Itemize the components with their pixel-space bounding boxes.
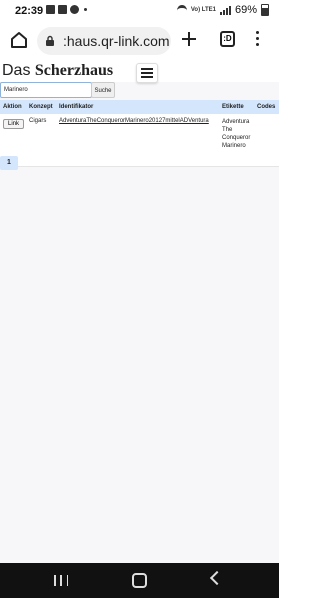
etikette-line: Marinero [222,143,246,149]
link-button[interactable]: Link [3,119,25,129]
status-right: Vo) LTE1 69% [176,4,269,16]
image-icon [58,5,67,14]
wifi-icon [176,4,187,16]
back-icon[interactable] [209,570,225,586]
etikette-line: The [222,127,233,133]
search-input[interactable] [0,82,92,98]
gallery-icon [46,5,55,14]
etikette-line: Conqueror [222,135,251,141]
search-button[interactable]: Suche [91,82,115,98]
header-etikette: Etikette [219,100,254,114]
site-brand[interactable]: Das Scherzhaus [2,62,113,80]
system-nav-bar [0,563,279,598]
whatsapp-icon [70,5,79,14]
new-tab-icon[interactable] [181,31,197,47]
recent-apps-icon[interactable] [54,575,68,586]
table-header-row: Aktion Konzept Identifikator Etikette Co… [0,100,279,114]
hamburger-menu-icon[interactable] [136,63,158,83]
cell-identifikator: AdventuraTheConquerorMarinero20127mittel… [56,114,219,167]
results-table: Aktion Konzept Identifikator Etikette Co… [0,100,279,167]
cell-codes [254,114,279,167]
pagination-page-1[interactable]: 1 [0,156,18,170]
notification-icons [46,5,87,14]
web-page: Das Scherzhaus Suche Aktion Konzept Iden… [0,60,279,563]
status-bar: 22:39 Vo) LTE1 69% [0,0,279,22]
signal-icon [219,5,231,15]
cell-etikette: Adventura The Conqueror Marinero [219,114,254,167]
site-navbar: Das Scherzhaus [0,60,279,83]
tab-switcher-button[interactable]: :D [220,31,235,47]
dot-icon [84,8,87,11]
battery-percent: 69% [234,4,257,16]
brand-name: Scherzhaus [34,62,114,79]
home-nav-icon[interactable] [132,573,147,588]
lock-icon [46,35,54,46]
brand-prefix: Das [2,62,31,79]
more-menu-icon[interactable] [256,31,260,47]
battery-icon [261,4,269,16]
network-label: Vo) LTE1 [190,7,216,13]
header-codes: Codes [254,100,279,114]
header-konzept: Konzept [26,100,56,114]
table-row: Link Cigars AdventuraTheConquerorMariner… [0,114,279,167]
address-bar[interactable]: :haus.qr-link.com [37,27,171,55]
browser-toolbar: :haus.qr-link.com :D [0,22,279,60]
header-identifikator: Identifikator [56,100,219,114]
etikette-line: Adventura [222,119,250,125]
identifikator-link[interactable]: AdventuraTheConquerorMarinero20127mittel… [59,118,209,124]
url-text: :haus.qr-link.com [63,33,170,49]
cell-konzept: Cigars [26,114,56,167]
header-aktion: Aktion [0,100,26,114]
home-icon[interactable] [9,30,29,50]
status-time: 22:39 [15,5,44,17]
search-form: Suche [0,82,279,100]
